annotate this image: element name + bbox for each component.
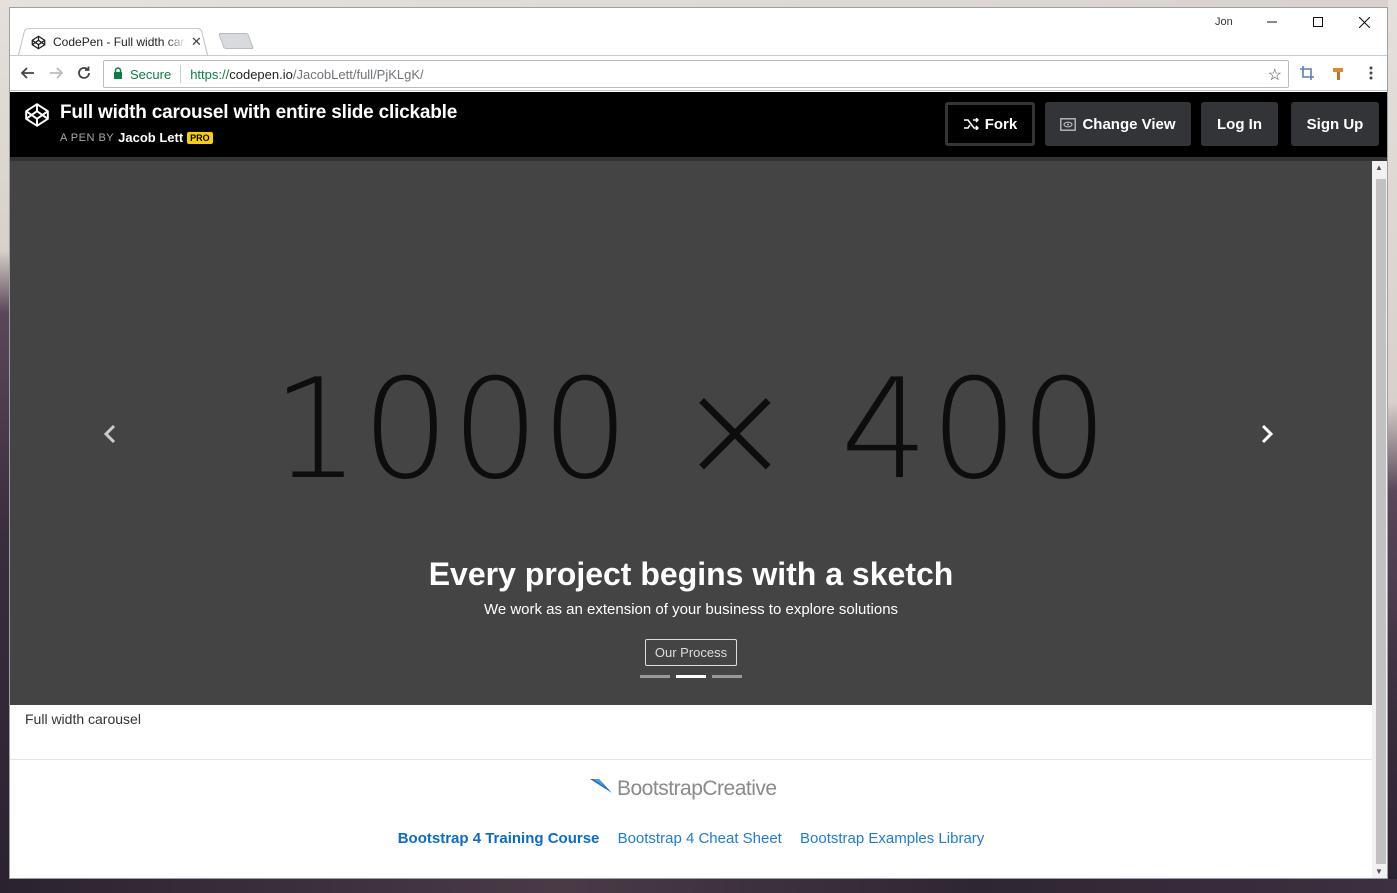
carousel-indicators [640, 675, 742, 678]
arrow-left-icon[interactable] [18, 63, 38, 83]
close-window-icon[interactable] [1341, 8, 1387, 36]
url-scheme: https:// [190, 66, 230, 82]
star-icon[interactable]: ☆ [1268, 65, 1282, 85]
arrow-right-icon[interactable] [46, 63, 66, 83]
reload-icon[interactable] [74, 63, 94, 83]
maximize-icon[interactable] [1295, 8, 1341, 36]
extension-crop-icon[interactable] [1298, 64, 1316, 82]
address-divider [180, 65, 182, 83]
sign-up-button[interactable]: Sign Up [1291, 102, 1379, 146]
logo-text: BootstrapCreative [617, 777, 777, 800]
chevron-left-icon[interactable] [95, 419, 125, 449]
pen-title: Full width carousel with entire slide cl… [60, 102, 458, 123]
change-view-button[interactable]: Change View [1045, 102, 1191, 146]
slide-caption-title: Every project begins with a sketch [428, 556, 954, 592]
desktop-background-left [0, 0, 9, 893]
log-in-button[interactable]: Log In [1201, 102, 1278, 146]
our-process-button[interactable]: Our Process [645, 639, 737, 666]
codepen-icon [30, 34, 46, 50]
fork-button[interactable]: Fork [945, 102, 1035, 146]
fork-label: Fork [984, 115, 1018, 133]
tab-title: CodePen - Full width carousel with entir… [53, 35, 186, 49]
bootstrapcreative-logo-icon [590, 777, 614, 801]
window-controls [1249, 8, 1387, 36]
lock-icon [113, 66, 123, 82]
scroll-up-icon[interactable]: ▲ [1375, 163, 1383, 172]
url-host: codepen.io [229, 66, 293, 82]
vertical-scrollbar[interactable]: ▲ ▼ [1372, 161, 1387, 878]
kebab-menu-icon[interactable] [1362, 64, 1380, 82]
tab-strip: CodePen - Full width carousel with entir… [10, 8, 1387, 55]
url-path: /JacobLett/full/PjKLgK/ [292, 66, 424, 82]
codepen-logo-icon[interactable] [24, 102, 50, 128]
browser-tab-content[interactable]: CodePen - Full width carousel with entir… [30, 31, 205, 53]
desktop-background [0, 0, 1397, 7]
carousel-indicator[interactable] [712, 675, 742, 678]
slide-placeholder-text: 1000 × 400 [272, 349, 1110, 510]
slide-caption-subtitle: We work as an extension of your business… [483, 601, 899, 618]
new-tab-button[interactable] [218, 33, 254, 49]
byline-prefix: A PEN BY [60, 131, 115, 144]
link-training-course[interactable]: Bootstrap 4 Training Course [398, 830, 600, 847]
link-examples-library[interactable]: Bootstrap Examples Library [800, 830, 984, 847]
desktop-background-right [1388, 0, 1397, 893]
minimize-icon[interactable] [1249, 8, 1295, 36]
log-in-label: Log In [1217, 115, 1262, 133]
bootstrapcreative-logo[interactable]: BootstrapCreative [590, 777, 777, 801]
fork-icon [963, 118, 979, 130]
footer-links: Bootstrap 4 Training Course Bootstrap 4 … [10, 830, 1372, 847]
scroll-down-icon[interactable]: ▼ [1375, 867, 1383, 876]
footer-divider [10, 759, 1372, 760]
extension-hammer-icon[interactable] [1330, 64, 1348, 82]
eye-icon [1060, 117, 1077, 131]
page-heading-text: Full width carousel [25, 711, 141, 727]
link-cheat-sheet[interactable]: Bootstrap 4 Cheat Sheet [618, 830, 782, 847]
pro-badge: PRO [187, 131, 213, 144]
profile-name[interactable]: Jon [1215, 16, 1233, 28]
desktop-background-bottom [0, 879, 1397, 893]
change-view-label: Change View [1082, 115, 1176, 133]
sign-up-label: Sign Up [1306, 115, 1364, 133]
tab-close-icon[interactable]: ✕ [191, 34, 202, 50]
author-link[interactable]: Jacob Lett [118, 130, 183, 145]
chevron-right-icon[interactable] [1252, 419, 1282, 449]
codepen-header: Full width carousel with entire slide cl… [10, 92, 1387, 157]
carousel-indicator-active[interactable] [676, 675, 706, 678]
scrollbar-thumb[interactable] [1376, 179, 1386, 864]
pen-byline: A PEN BY Jacob Lett PRO [60, 130, 213, 145]
browser-window: CodePen - Full width carousel with entir… [9, 7, 1388, 879]
secure-label: Secure [130, 66, 172, 82]
browser-toolbar: Secure https://codepen.io/JacobLett/full… [10, 55, 1387, 91]
carousel-slide[interactable]: 1000 × 400 Every project begins with a s… [10, 161, 1372, 705]
address-bar[interactable]: Secure https://codepen.io/JacobLett/full… [103, 60, 1289, 88]
pen-preview: 1000 × 400 Every project begins with a s… [10, 161, 1372, 878]
carousel-indicator[interactable] [640, 675, 670, 678]
